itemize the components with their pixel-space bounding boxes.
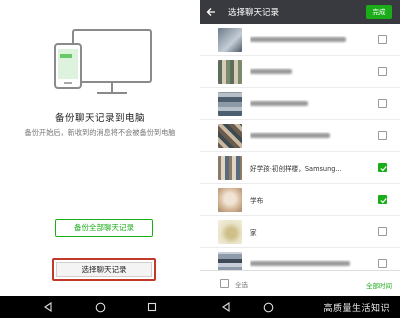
chat-name bbox=[250, 100, 360, 108]
select-all-checkbox[interactable] bbox=[220, 279, 229, 288]
chat-name: 学布 bbox=[250, 196, 264, 205]
circle-home-icon[interactable] bbox=[94, 301, 106, 313]
row-checkbox[interactable] bbox=[378, 99, 387, 108]
left-android-nav bbox=[0, 296, 200, 318]
chat-name bbox=[250, 36, 360, 44]
phone-monitor-icon bbox=[54, 29, 152, 94]
select-all-label[interactable]: 全选 bbox=[235, 279, 248, 289]
list-item[interactable] bbox=[200, 56, 400, 88]
backup-screen: 备份聊天记录到电脑 备份开始后，新收到的消息将不会被备份到电脑 备份全部聊天记录… bbox=[0, 0, 200, 296]
select-records-screen: 选择聊天记录 完成 好学孩·初创样楼，Samsung... 学布 家 全选 全部… bbox=[200, 0, 400, 296]
row-checkbox[interactable] bbox=[378, 259, 387, 268]
list-item[interactable]: 学布 bbox=[200, 184, 400, 216]
row-checkbox[interactable] bbox=[378, 195, 387, 204]
header-bar: 选择聊天记录 完成 bbox=[200, 0, 400, 24]
list-item[interactable]: 家 bbox=[200, 216, 400, 248]
select-chat-records-button[interactable]: 选择聊天记录 bbox=[56, 262, 152, 277]
right-android-nav: 高质量生活知识 bbox=[200, 296, 400, 318]
row-checkbox[interactable] bbox=[378, 163, 387, 172]
square-recent-icon[interactable] bbox=[146, 301, 158, 313]
list-item[interactable]: 好学孩·初创样楼，Samsung... bbox=[200, 152, 400, 184]
triangle-back-icon[interactable] bbox=[42, 301, 54, 313]
chat-name: 家 bbox=[250, 228, 257, 237]
row-checkbox[interactable] bbox=[378, 67, 387, 76]
arrow-left-icon[interactable] bbox=[200, 0, 222, 24]
avatar bbox=[218, 91, 242, 116]
watermark-text: 高质量生活知识 bbox=[323, 303, 390, 314]
list-item[interactable] bbox=[200, 120, 400, 152]
avatar bbox=[218, 123, 242, 148]
chat-name: 好学孩·初创样楼，Samsung... bbox=[250, 164, 342, 173]
backup-title: 备份聊天记录到电脑 bbox=[54, 113, 145, 124]
list-item[interactable] bbox=[200, 88, 400, 120]
avatar bbox=[218, 27, 242, 52]
list-item[interactable] bbox=[200, 24, 400, 56]
row-checkbox[interactable] bbox=[378, 227, 387, 236]
highlight-box: 选择聊天记录 bbox=[52, 258, 156, 281]
chat-name bbox=[250, 132, 360, 140]
avatar bbox=[218, 59, 242, 84]
chat-name bbox=[250, 68, 360, 76]
chat-name bbox=[250, 260, 360, 268]
backup-all-button[interactable]: 备份全部聊天记录 bbox=[55, 219, 153, 237]
circle-home-icon[interactable] bbox=[262, 301, 274, 313]
triangle-back-icon[interactable] bbox=[220, 301, 232, 313]
avatar bbox=[218, 187, 242, 212]
chat-list: 好学孩·初创样楼，Samsung... 学布 家 bbox=[200, 24, 400, 280]
footer-bar: 全选 全部时间 bbox=[200, 270, 400, 296]
done-button[interactable]: 完成 bbox=[366, 5, 392, 19]
avatar bbox=[218, 155, 242, 180]
row-checkbox[interactable] bbox=[378, 131, 387, 140]
page-title: 选择聊天记录 bbox=[228, 8, 280, 18]
time-range-filter[interactable]: 全部时间 bbox=[366, 280, 392, 290]
avatar bbox=[218, 219, 242, 244]
backup-description: 备份开始后，新收到的消息将不会被备份到电脑 bbox=[24, 128, 176, 137]
row-checkbox[interactable] bbox=[378, 35, 387, 44]
